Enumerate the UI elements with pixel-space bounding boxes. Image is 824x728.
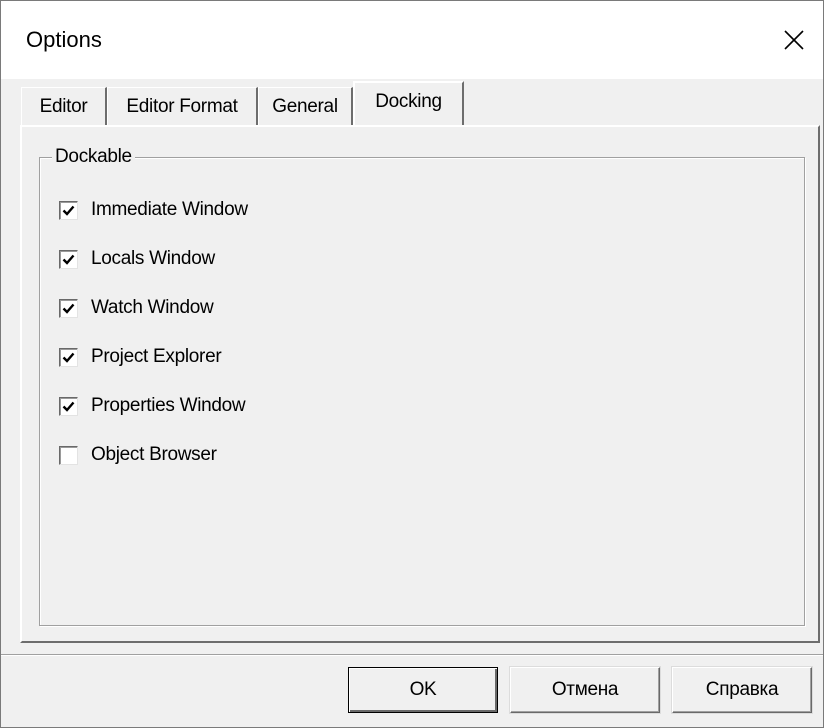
checkmark-icon (62, 254, 75, 265)
checkbox-label: Immediate Window (91, 199, 248, 220)
checkbox-label: Properties Window (91, 395, 246, 416)
window-title: Options (26, 27, 102, 52)
close-icon (784, 30, 804, 50)
tab-editor-format[interactable]: Editor Format (107, 87, 258, 125)
help-button[interactable]: Справка (672, 667, 812, 713)
checkmark-icon (62, 352, 75, 363)
checkbox-box[interactable] (59, 298, 78, 318)
checkmark-icon (62, 303, 75, 314)
button-area-divider (1, 654, 823, 656)
options-dialog: Options Editor Editor Format General Doc… (0, 0, 824, 728)
close-button[interactable] (765, 1, 823, 79)
tab-editor[interactable]: Editor (21, 87, 107, 125)
group-title: Dockable (52, 146, 135, 168)
cancel-button[interactable]: Отмена (510, 667, 660, 713)
checkbox-label: Project Explorer (91, 346, 222, 367)
checkbox-properties-window[interactable]: Properties Window (59, 393, 246, 419)
dockable-groupbox: Dockable Immediate Window Locals Window (39, 146, 805, 626)
checkbox-locals-window[interactable]: Locals Window (59, 246, 215, 272)
tab-label: Docking (375, 91, 442, 112)
ok-button[interactable]: OK (348, 667, 498, 713)
checkbox-label: Object Browser (91, 444, 217, 465)
checkbox-box[interactable] (59, 396, 78, 416)
checkbox-label: Watch Window (91, 297, 214, 318)
tab-docking[interactable]: Docking (353, 81, 464, 125)
tab-label: Editor Format (126, 95, 238, 117)
checkmark-icon (62, 401, 75, 412)
checkbox-watch-window[interactable]: Watch Window (59, 295, 214, 321)
tab-label: Editor (39, 95, 88, 117)
checkbox-box[interactable] (59, 445, 78, 465)
docking-tab-page: Dockable Immediate Window Locals Window (20, 125, 820, 643)
checkbox-box[interactable] (59, 249, 78, 269)
checkbox-immediate-window[interactable]: Immediate Window (59, 197, 248, 223)
title-bar: Options (1, 1, 823, 79)
checkbox-box[interactable] (59, 347, 78, 367)
tab-general[interactable]: General (258, 87, 353, 125)
tab-label: General (272, 95, 338, 117)
checkbox-object-browser[interactable]: Object Browser (59, 442, 217, 468)
checkmark-icon (62, 205, 75, 216)
checkbox-box[interactable] (59, 200, 78, 220)
checkbox-project-explorer[interactable]: Project Explorer (59, 344, 222, 370)
checkbox-label: Locals Window (91, 248, 215, 269)
